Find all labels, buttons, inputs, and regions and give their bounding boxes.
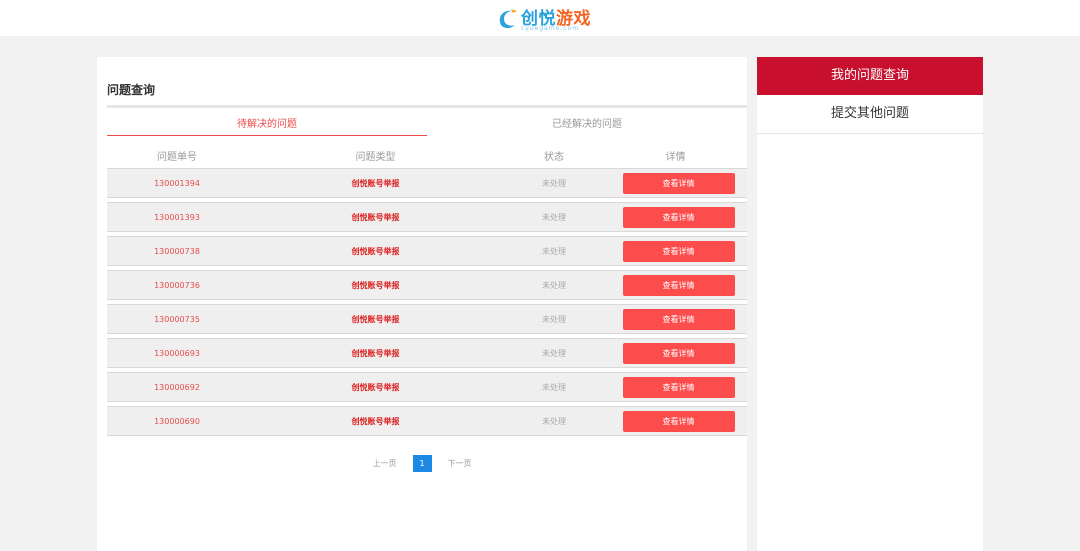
view-detail-button[interactable]: 查看详情	[622, 410, 735, 432]
sidebar-item-my-questions[interactable]: 我的问题查询	[757, 57, 983, 95]
question-status: 未处理	[542, 246, 566, 256]
question-type: 创悦账号举报	[351, 416, 400, 426]
view-detail-button[interactable]: 查看详情	[622, 308, 735, 330]
question-id: 130000692	[154, 382, 200, 392]
question-type: 创悦账号举报	[351, 348, 400, 358]
question-status: 未处理	[542, 178, 566, 188]
question-status: 未处理	[542, 280, 566, 290]
question-panel: 问题查询 待解决的问题 已经解决的问题 问题单号 问题类型 状态 详情 1300…	[97, 57, 747, 551]
question-id: 130000690	[154, 416, 200, 426]
table-body: 130001394 创悦账号举报 未处理 查看详情 130001393 创悦账号…	[107, 168, 747, 440]
question-id: 130000735	[154, 314, 200, 324]
column-header-type: 问题类型	[355, 151, 396, 163]
page-number-current[interactable]: 1	[412, 454, 432, 472]
table-row: 130000692 创悦账号举报 未处理 查看详情	[107, 372, 747, 402]
table-row: 130000736 创悦账号举报 未处理 查看详情	[107, 270, 747, 300]
table-row: 130000738 创悦账号举报 未处理 查看详情	[107, 236, 747, 266]
question-type: 创悦账号举报	[351, 212, 400, 222]
tab-pending[interactable]: 待解决的问题	[107, 115, 427, 136]
logo-swoosh-icon	[499, 9, 517, 28]
question-status: 未处理	[542, 314, 566, 324]
question-type: 创悦账号举报	[351, 382, 400, 392]
question-id: 130001394	[154, 178, 200, 188]
view-detail-button[interactable]: 查看详情	[622, 376, 735, 398]
logo-subtext: cyuegame.com	[521, 25, 580, 32]
table-row: 130001393 创悦账号举报 未处理 查看详情	[107, 202, 747, 232]
tab-resolved[interactable]: 已经解决的问题	[427, 115, 747, 135]
top-bar: 创悦游戏 cyuegame.com	[0, 0, 1080, 36]
view-detail-button[interactable]: 查看详情	[622, 240, 735, 262]
pagination: 上一页 1 下一页	[97, 454, 747, 472]
question-status: 未处理	[542, 212, 566, 222]
question-id: 130000738	[154, 246, 200, 256]
prev-page-link[interactable]: 上一页	[373, 458, 397, 469]
site-logo[interactable]: 创悦游戏 cyuegame.com	[495, 6, 591, 32]
view-detail-button[interactable]: 查看详情	[622, 206, 735, 228]
divider	[107, 105, 747, 108]
panel-title: 问题查询	[107, 83, 156, 97]
question-type: 创悦账号举报	[351, 280, 400, 290]
table-row: 130001394 创悦账号举报 未处理 查看详情	[107, 168, 747, 198]
view-detail-button[interactable]: 查看详情	[622, 342, 735, 364]
question-type: 创悦账号举报	[351, 246, 400, 256]
column-header-detail: 详情	[665, 151, 686, 163]
column-header-status: 状态	[544, 151, 564, 163]
table-header: 问题单号 问题类型 状态 详情	[107, 142, 747, 168]
sidebar-item-submit-question[interactable]: 提交其他问题	[757, 95, 983, 134]
question-id: 130000736	[154, 280, 200, 290]
question-id: 130001393	[154, 212, 200, 222]
question-status: 未处理	[542, 382, 566, 392]
sidebar: 我的问题查询 提交其他问题	[757, 57, 983, 551]
question-status: 未处理	[542, 348, 566, 358]
view-detail-button[interactable]: 查看详情	[622, 274, 735, 296]
table-row: 130000690 创悦账号举报 未处理 查看详情	[107, 406, 747, 436]
table-row: 130000693 创悦账号举报 未处理 查看详情	[107, 338, 747, 368]
next-page-link[interactable]: 下一页	[448, 458, 472, 469]
table-row: 130000735 创悦账号举报 未处理 查看详情	[107, 304, 747, 334]
view-detail-button[interactable]: 查看详情	[622, 172, 735, 194]
column-header-id: 问题单号	[157, 151, 197, 163]
question-status: 未处理	[542, 416, 566, 426]
question-id: 130000693	[154, 348, 200, 358]
question-type: 创悦账号举报	[351, 178, 400, 188]
question-type: 创悦账号举报	[351, 314, 400, 324]
